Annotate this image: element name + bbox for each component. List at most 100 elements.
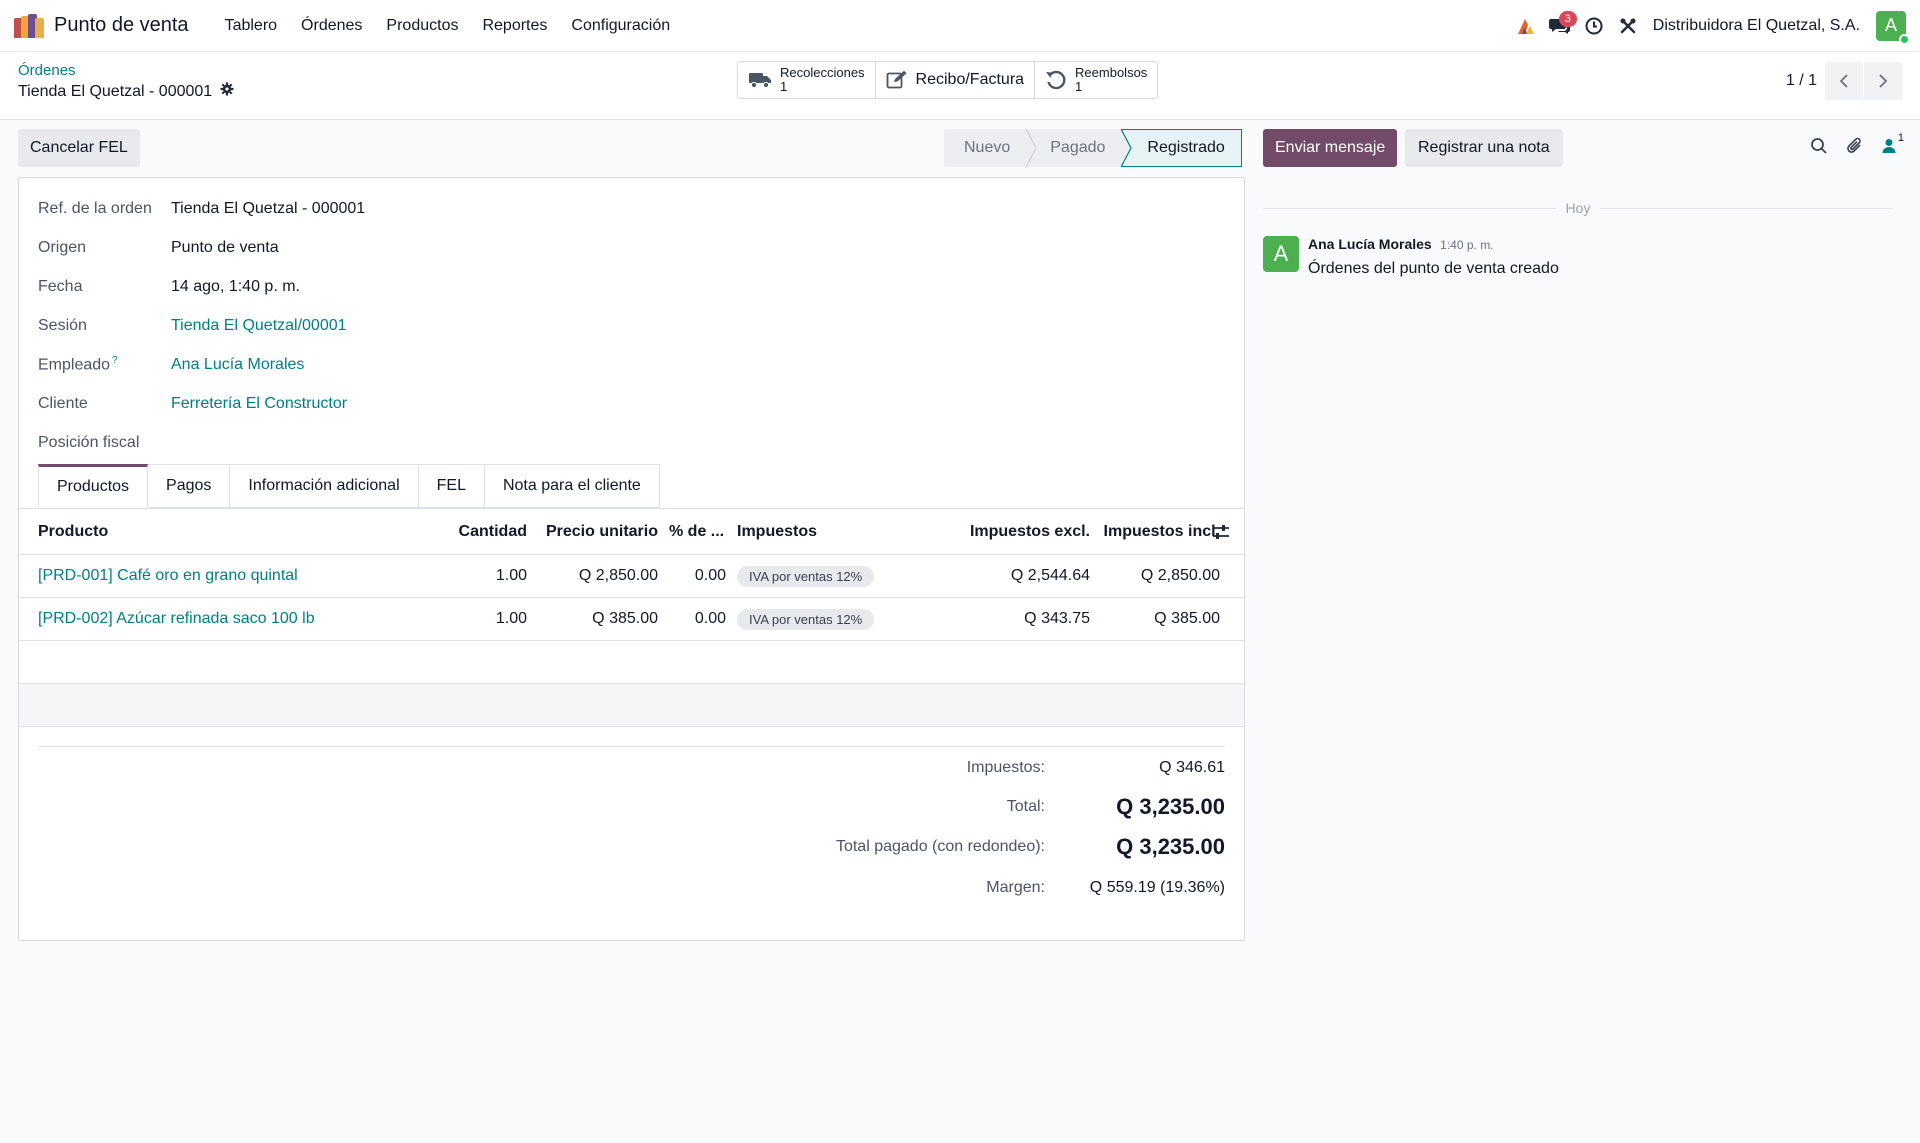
- column-header-subtotal[interactable]: Impuestos excl.: [899, 509, 1090, 554]
- search-icon[interactable]: [1810, 137, 1828, 155]
- paperclip-icon[interactable]: [1846, 136, 1864, 156]
- field-employee: Empleado? Ana Lucía Morales: [38, 353, 304, 377]
- smart-buttons: Recolecciones 1 Recibo/Factura Reembolso…: [737, 61, 1159, 99]
- status-step-pagado-label: Pagado: [1050, 139, 1106, 156]
- chat-icon[interactable]: 3: [1543, 9, 1577, 43]
- field-date: Fecha 14 ago, 1:40 p. m.: [38, 275, 300, 299]
- status-step-nuevo-label: Nuevo: [964, 139, 1011, 156]
- empty-table-row: [19, 641, 1244, 684]
- status-step-registrado[interactable]: Registrado: [1133, 129, 1242, 167]
- line-total: Q 2,850.00: [1140, 567, 1220, 584]
- invoice-smart-button[interactable]: Recibo/Factura: [876, 62, 1036, 98]
- field-value: Tienda El Quetzal - 000001: [171, 200, 366, 217]
- app-title[interactable]: Punto de venta: [54, 14, 189, 37]
- table-row[interactable]: [PRD-002] Azúcar refinada saco 100 lb 1.…: [19, 598, 1244, 641]
- chatter-toolbar: 1: [1810, 132, 1904, 156]
- menu-item-configuracion[interactable]: Configuración: [559, 17, 682, 35]
- column-header-taxes[interactable]: Impuestos: [737, 509, 817, 554]
- send-message-button[interactable]: Enviar mensaje: [1263, 129, 1398, 167]
- pager-next-button[interactable]: [1864, 62, 1902, 100]
- session-link[interactable]: Tienda El Quetzal/00001: [171, 317, 347, 335]
- employee-link[interactable]: Ana Lucía Morales: [171, 356, 304, 374]
- refunds-smart-button[interactable]: Reembolsos 1: [1035, 62, 1157, 98]
- menu-item-ordenes[interactable]: Órdenes: [289, 17, 374, 35]
- status-steps: Nuevo Pagado Registrado: [944, 129, 1242, 167]
- line-total: Q 385.00: [1154, 610, 1220, 627]
- table-header: Producto Cantidad Precio unitario % de .…: [19, 509, 1244, 555]
- day-separator-label: Hoy: [1565, 200, 1591, 216]
- day-separator: Hoy: [1263, 200, 1893, 216]
- clock-icon[interactable]: [1577, 9, 1611, 43]
- field-session: Sesión Tienda El Quetzal/00001: [38, 314, 347, 338]
- column-header-qty[interactable]: Cantidad: [419, 509, 527, 554]
- company-switcher[interactable]: Distribuidora El Quetzal, S.A.: [1653, 17, 1860, 35]
- refunds-count: 1: [1075, 79, 1083, 94]
- field-origin: Origen Punto de venta: [38, 236, 279, 260]
- edit-document-icon: [886, 70, 908, 90]
- day-separator-line: [1600, 207, 1893, 209]
- tab-fel[interactable]: FEL: [418, 464, 485, 508]
- column-header-discount[interactable]: % de ...: [669, 509, 724, 554]
- record-title-text: Tienda El Quetzal - 000001: [18, 82, 213, 100]
- paid-value: Q 3,235.00: [1116, 834, 1225, 859]
- table-row[interactable]: [PRD-001] Café oro en grano quintal 1.00…: [19, 555, 1244, 598]
- customer-link[interactable]: Ferretería El Constructor: [171, 395, 347, 413]
- gear-icon[interactable]: [220, 82, 234, 101]
- paid-label: Total pagado (con redondeo):: [835, 838, 1045, 855]
- cancel-fel-button[interactable]: Cancelar FEL: [18, 129, 140, 167]
- field-value: Punto de venta: [171, 239, 279, 256]
- notebook-tabs: Productos Pagos Información adicional FE…: [38, 464, 660, 508]
- column-header-price[interactable]: Precio unitario: [527, 509, 658, 554]
- pager-previous-button[interactable]: [1825, 62, 1863, 100]
- pos-app-icon[interactable]: [14, 13, 44, 38]
- line-product[interactable]: [PRD-002] Azúcar refinada saco 100 lb: [38, 598, 315, 640]
- line-tax-badge: IVA por ventas 12%: [737, 598, 875, 640]
- tab-nota-cliente[interactable]: Nota para el cliente: [484, 464, 660, 508]
- status-step-pagado[interactable]: Pagado: [1036, 129, 1122, 167]
- status-step-registrado-label: Registrado: [1147, 139, 1225, 156]
- tax-badge-text: IVA por ventas 12%: [737, 608, 875, 630]
- message-header: Ana Lucía Morales 1:40 p. m.: [1308, 236, 1559, 254]
- pickings-smart-button[interactable]: Recolecciones 1: [738, 62, 876, 98]
- help-tooltip-icon[interactable]: ?: [112, 355, 118, 366]
- line-discount: 0.00: [694, 610, 726, 627]
- followers-button[interactable]: 1: [1882, 132, 1904, 154]
- totals-divider: [38, 746, 1225, 747]
- field-order-ref: Ref. de la orden Tienda El Quetzal - 000…: [38, 197, 365, 221]
- breadcrumb-ordenes[interactable]: Órdenes: [18, 62, 76, 79]
- systray: 3 Distribuidora El Quetzal, S.A. A: [1509, 9, 1910, 45]
- totals-margin: Margen: Q 559.19 (19.36%): [986, 872, 1225, 904]
- line-product[interactable]: [PRD-001] Café oro en grano quintal: [38, 555, 298, 597]
- tab-productos[interactable]: Productos: [38, 464, 149, 508]
- message-time: 1:40 p. m.: [1440, 238, 1494, 252]
- pager-value[interactable]: 1 / 1: [1786, 72, 1817, 90]
- online-status-dot: [1899, 33, 1910, 45]
- menu-item-productos[interactable]: Productos: [374, 17, 470, 35]
- totals-total: Total: Q 3,235.00: [1007, 790, 1225, 824]
- line-qty: 1.00: [495, 567, 527, 584]
- column-header-total[interactable]: Impuestos incl.: [1099, 509, 1220, 554]
- menu-item-reportes[interactable]: Reportes: [470, 17, 559, 35]
- margin-label: Margen:: [986, 879, 1045, 896]
- column-header-product[interactable]: Producto: [38, 509, 108, 554]
- log-note-button[interactable]: Registrar una nota: [1405, 129, 1563, 167]
- menu-item-tablero[interactable]: Tablero: [213, 17, 289, 35]
- column-settings-icon[interactable]: [1212, 509, 1230, 554]
- tools-icon[interactable]: [1611, 9, 1645, 43]
- brand-icon[interactable]: [1509, 9, 1543, 43]
- chatter-message: A Ana Lucía Morales 1:40 p. m. Órdenes d…: [1263, 236, 1559, 278]
- field-label: Origen: [38, 239, 87, 256]
- messages-badge: 3: [1558, 10, 1577, 27]
- chevron-right-icon: [1879, 74, 1888, 88]
- pickings-label: Recolecciones: [780, 65, 865, 80]
- field-label: Cliente: [38, 395, 88, 412]
- line-discount: 0.00: [694, 567, 726, 584]
- tab-pagos[interactable]: Pagos: [148, 464, 231, 508]
- user-icon: [1882, 139, 1896, 153]
- status-step-nuevo[interactable]: Nuevo: [944, 129, 1027, 167]
- message-author-avatar[interactable]: A: [1263, 236, 1299, 272]
- message-author[interactable]: Ana Lucía Morales: [1308, 236, 1432, 252]
- user-avatar[interactable]: A: [1876, 10, 1910, 45]
- tab-informacion-adicional[interactable]: Información adicional: [230, 464, 419, 508]
- total-label: Total:: [1006, 798, 1045, 815]
